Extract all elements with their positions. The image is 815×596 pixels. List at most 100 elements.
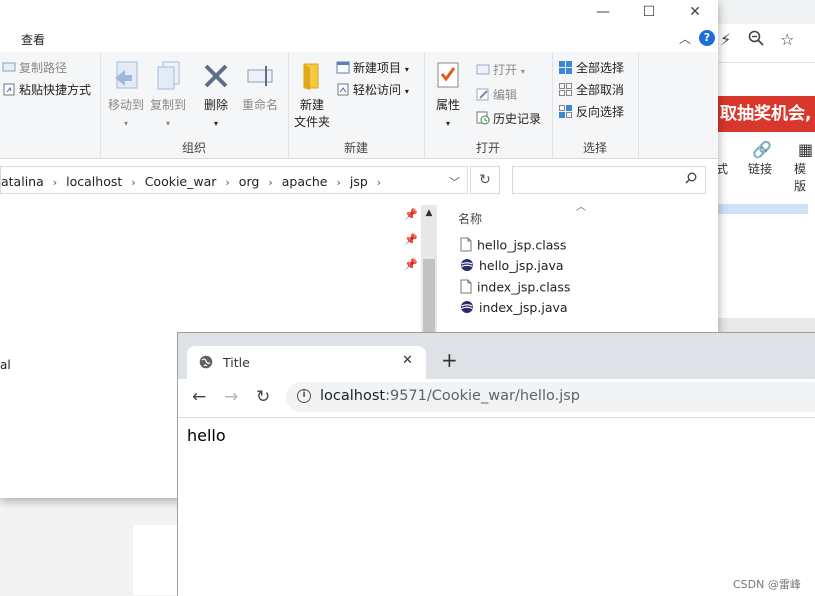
article-thumbnail (718, 200, 815, 270)
file-row[interactable]: hello_jsp.class (460, 237, 566, 257)
page-text: hello (187, 426, 226, 445)
background-window-edge (133, 525, 183, 595)
tab-title: Title (223, 355, 250, 370)
minimize-button[interactable]: — (580, 0, 626, 26)
address-bar[interactable]: atalina › localhost › Cookie_war › org › apache ›… (0, 166, 468, 194)
clipboard-group: 复制路径 粘贴快捷方式 (0, 52, 101, 158)
back-icon[interactable]: ← (192, 387, 206, 407)
chevron-right-icon[interactable]: › (336, 176, 340, 189)
rename-button[interactable]: 重命名 (238, 60, 282, 114)
help-icon[interactable]: ? (699, 30, 715, 46)
chevron-right-icon[interactable]: › (377, 176, 381, 189)
file-icon (460, 279, 472, 297)
editor-tools: 式 🔗 链接 ▦ 模版 (716, 138, 815, 193)
breadcrumb: atalina › localhost › Cookie_war › org › apache ›… (1, 174, 390, 189)
nav-item-label[interactable]: al (0, 358, 11, 372)
scroll-thumb[interactable] (423, 259, 435, 335)
breadcrumb-item[interactable]: apache (282, 174, 328, 189)
file-name: index_jsp.class (477, 279, 571, 295)
properties-check-icon (437, 62, 459, 88)
pin-icon[interactable]: 📌 (404, 208, 418, 221)
lightning-icon[interactable]: ⚡ (720, 30, 731, 49)
invert-selection-icon (558, 104, 573, 122)
copy-path-icon (2, 61, 16, 76)
copy-path-button[interactable]: 复制路径 (2, 59, 67, 76)
refresh-icon: ↻ (479, 172, 491, 188)
template-icon[interactable]: ▦ (798, 140, 813, 159)
file-name: index_jsp.java (479, 300, 568, 315)
breadcrumb-item[interactable]: localhost (66, 174, 122, 189)
close-window-button[interactable]: ✕ (672, 0, 718, 26)
edit-icon (476, 88, 490, 104)
nav-scrollbar[interactable]: ▲ (421, 205, 437, 335)
column-header-name[interactable]: 名称 (458, 210, 482, 227)
browser-tab[interactable]: Title ✕ (187, 346, 426, 380)
open-button[interactable]: 打开 ▾ (476, 61, 525, 78)
new-tab-icon[interactable]: + (441, 348, 458, 372)
new-folder-icon (303, 63, 319, 90)
url-bar[interactable]: i localhost:9571/Cookie_war/hello.jsp (286, 382, 815, 412)
new-group: 新建 文件夹 新建项目 ▾ 轻松访问 ▾ 新建 (288, 52, 425, 158)
delete-x-icon (204, 64, 228, 88)
java-file-icon (460, 258, 474, 275)
open-group-label: 打开 (475, 141, 500, 155)
forward-icon[interactable]: → (224, 387, 238, 407)
rename-icon (247, 66, 273, 86)
edit-button[interactable]: 编辑 (476, 86, 517, 104)
promo-banner: 取抽奖机会, (718, 96, 815, 132)
new-item-button[interactable]: 新建项目 ▾ (336, 59, 409, 77)
explorer-ribbon: 复制路径 粘贴快捷方式 移动到 ▾ 复制到 ▾ 删除 ▾ 重命名 组织 新建 文… (0, 52, 718, 159)
refresh-button[interactable]: ↻ (470, 166, 500, 194)
scroll-up-icon[interactable]: ▲ (421, 205, 437, 221)
sort-ascending-icon: ︿ (576, 202, 586, 213)
breadcrumb-item[interactable]: Cookie_war (145, 174, 217, 189)
organize-group-label: 组织 (181, 141, 206, 155)
easy-access-button[interactable]: 轻松访问 ▾ (336, 81, 409, 99)
reload-icon[interactable]: ↻ (256, 387, 270, 407)
pin-icon[interactable]: 📌 (404, 233, 418, 246)
properties-button[interactable]: 属性 ▾ (430, 60, 466, 132)
chevron-right-icon[interactable]: › (131, 176, 135, 189)
close-tab-icon[interactable]: ✕ (402, 353, 413, 368)
move-to-icon (115, 61, 138, 89)
chevron-right-icon[interactable]: › (225, 176, 229, 189)
history-icon (476, 111, 490, 128)
paste-shortcut-button[interactable]: 粘贴快捷方式 (2, 81, 91, 99)
thumbnail-highlight (718, 204, 808, 214)
chevron-right-icon[interactable]: › (268, 176, 272, 189)
browser-toolbar: ← → ↻ i localhost:9571/Cookie_war/hello.… (178, 379, 815, 418)
browser-window: Title ✕ + ← → ↻ i localhost:9571/Cookie_… (177, 332, 815, 596)
organize-group: 移动到 ▾ 复制到 ▾ 删除 ▾ 重命名 组织 (100, 52, 289, 158)
file-row[interactable]: hello_jsp.java (460, 258, 564, 278)
history-button[interactable]: 历史记录 (476, 110, 541, 128)
breadcrumb-item[interactable]: jsp (350, 174, 368, 189)
pin-icon[interactable]: 📌 (404, 258, 418, 271)
invert-selection-button[interactable]: 反向选择 (558, 103, 624, 122)
bookmark-star-icon[interactable]: ☆ (780, 30, 794, 49)
maximize-button[interactable]: ☐ (626, 0, 672, 26)
breadcrumb-item[interactable]: org (239, 174, 260, 189)
info-icon[interactable]: i (297, 389, 311, 403)
select-none-button[interactable]: 全部取消 (558, 81, 624, 100)
easy-access-icon (336, 83, 350, 99)
select-all-button[interactable]: 全部选择 (558, 59, 624, 78)
address-dropdown-icon[interactable]: ﹀ (449, 174, 460, 190)
address-row: atalina › localhost › Cookie_war › org › apache ›… (0, 164, 718, 198)
breadcrumb-item[interactable]: atalina (1, 174, 44, 189)
chevron-right-icon[interactable]: › (53, 176, 57, 189)
collapse-ribbon-icon[interactable]: ︿ (679, 30, 691, 47)
link-icon[interactable]: 🔗 (752, 140, 772, 159)
copy-to-button[interactable]: 复制到 ▾ (148, 60, 188, 132)
delete-button[interactable]: 删除 ▾ (198, 60, 234, 132)
zoom-icon[interactable] (748, 30, 764, 50)
tool-template-label[interactable]: 模版 (794, 160, 815, 194)
page-content: hello CSDN @雷峰 (178, 418, 815, 596)
move-to-button[interactable]: 移动到 ▾ (106, 60, 146, 132)
file-row[interactable]: index_jsp.java (460, 300, 568, 320)
new-item-icon (336, 61, 350, 77)
menu-view-tab[interactable]: 查看 (21, 31, 45, 48)
search-input[interactable] (512, 166, 706, 194)
file-row[interactable]: index_jsp.class (460, 279, 570, 299)
tool-link-label[interactable]: 链接 (748, 160, 772, 177)
new-folder-button[interactable]: 新建 文件夹 (290, 60, 334, 131)
